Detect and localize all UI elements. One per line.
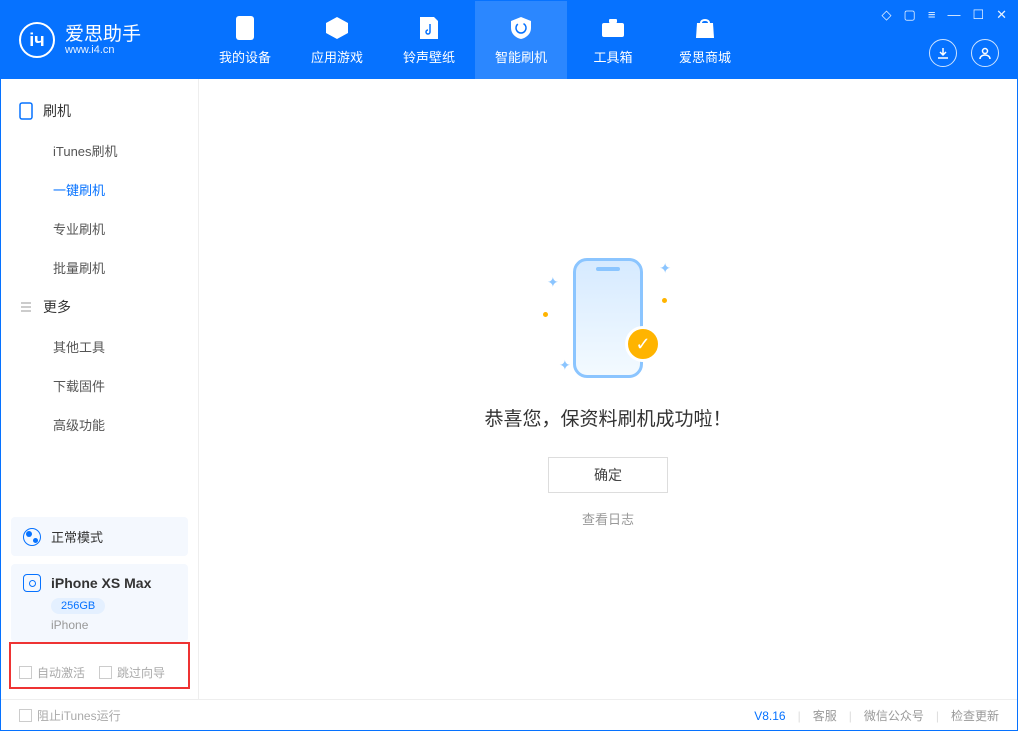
dot-icon	[543, 312, 548, 317]
group-title: 更多	[43, 297, 71, 317]
tab-toolbox[interactable]: 工具箱	[567, 1, 659, 79]
version-label: V8.16	[754, 709, 785, 723]
tab-label: 我的设备	[219, 47, 271, 66]
sidebar-bottom: 正常模式 iPhone XS Max 256GB iPhone 自动激活 跳过向…	[1, 507, 198, 699]
mode-label: 正常模式	[51, 527, 103, 546]
feedback-icon[interactable]: ▢	[904, 7, 916, 23]
sidebar-item-other-tools[interactable]: 其他工具	[1, 327, 198, 366]
phone-icon	[232, 15, 258, 41]
separator: |	[849, 709, 852, 723]
maximize-icon[interactable]: ☐	[972, 7, 984, 23]
check-update-link[interactable]: 检查更新	[951, 707, 999, 724]
checkbox-block-itunes[interactable]: 阻止iTunes运行	[19, 707, 121, 724]
tab-store[interactable]: 爱思商城	[659, 1, 751, 79]
separator: |	[936, 709, 939, 723]
checkbox-box	[99, 666, 112, 679]
footer-left: 阻止iTunes运行	[19, 707, 754, 724]
tab-apps[interactable]: 应用游戏	[291, 1, 383, 79]
header-right-buttons	[929, 39, 999, 67]
sidebar: 刷机 iTunes刷机 一键刷机 专业刷机 批量刷机 更多 其他工具 下载固件 …	[1, 79, 199, 699]
mode-icon	[23, 528, 41, 546]
dot-icon	[662, 298, 667, 303]
main-content: ✦ ✦ ✦ ✓ 恭喜您，保资料刷机成功啦！ 确定 查看日志	[199, 79, 1017, 699]
logo-icon: iч	[19, 22, 55, 58]
toolbox-icon	[600, 15, 626, 41]
success-illustration: ✦ ✦ ✦ ✓	[543, 250, 673, 380]
device-storage: 256GB	[51, 598, 105, 614]
mode-card[interactable]: 正常模式	[11, 517, 188, 556]
tab-label: 应用游戏	[311, 47, 363, 66]
phone-outline-icon	[19, 102, 33, 120]
footer-bar: 阻止iTunes运行 V8.16 | 客服 | 微信公众号 | 检查更新	[1, 699, 1017, 731]
separator: |	[798, 709, 801, 723]
tab-label: 智能刷机	[495, 47, 547, 66]
footer-right: V8.16 | 客服 | 微信公众号 | 检查更新	[754, 707, 999, 724]
checkbox-box	[19, 709, 32, 722]
minimize-icon[interactable]: —	[947, 7, 960, 23]
phone-illustration	[573, 258, 643, 378]
tab-label: 铃声壁纸	[403, 47, 455, 66]
sparkle-icon: ✦	[547, 274, 559, 291]
user-button[interactable]	[971, 39, 999, 67]
tab-ringtone[interactable]: 铃声壁纸	[383, 1, 475, 79]
app-title: 爱思助手	[65, 25, 141, 44]
tab-my-device[interactable]: 我的设备	[199, 1, 291, 79]
shield-refresh-icon	[508, 15, 534, 41]
titlebar-controls: ◇ ▢ ≡ — ☐ ✕	[882, 7, 1007, 23]
sidebar-item-oneclick-flash[interactable]: 一键刷机	[1, 170, 198, 209]
cube-icon	[324, 15, 350, 41]
sparkle-icon: ✦	[559, 357, 571, 374]
view-log-link[interactable]: 查看日志	[582, 509, 634, 528]
sidebar-item-batch-flash[interactable]: 批量刷机	[1, 248, 198, 287]
body-area: 刷机 iTunes刷机 一键刷机 专业刷机 批量刷机 更多 其他工具 下载固件 …	[1, 79, 1017, 699]
tab-flash[interactable]: 智能刷机	[475, 1, 567, 79]
checkbox-box	[19, 666, 32, 679]
checkbox-skip-guide[interactable]: 跳过向导	[99, 664, 165, 681]
sidebar-group-flash: 刷机	[1, 91, 198, 131]
group-title: 刷机	[43, 101, 71, 121]
checkbox-label: 阻止iTunes运行	[37, 707, 121, 724]
sidebar-item-download-firmware[interactable]: 下载固件	[1, 366, 198, 405]
sidebar-item-itunes-flash[interactable]: iTunes刷机	[1, 131, 198, 170]
tab-label: 爱思商城	[679, 47, 731, 66]
device-icon	[23, 574, 41, 592]
device-type: iPhone	[51, 618, 176, 632]
checkbox-label: 自动激活	[37, 664, 85, 681]
logo-text: 爱思助手 www.i4.cn	[65, 25, 141, 56]
header-bar: iч 爱思助手 www.i4.cn 我的设备 应用游戏 铃声壁纸 智能刷机 工具…	[1, 1, 1017, 79]
sparkle-icon: ✦	[659, 260, 671, 277]
sidebar-item-pro-flash[interactable]: 专业刷机	[1, 209, 198, 248]
support-link[interactable]: 客服	[813, 707, 837, 724]
download-button[interactable]	[929, 39, 957, 67]
close-icon[interactable]: ✕	[996, 7, 1007, 23]
device-card[interactable]: iPhone XS Max 256GB iPhone	[11, 564, 188, 642]
tab-label: 工具箱	[593, 47, 632, 66]
list-icon	[19, 300, 33, 314]
bag-icon	[692, 15, 718, 41]
device-name: iPhone XS Max	[51, 575, 151, 591]
menu-icon[interactable]: ≡	[928, 7, 936, 23]
wechat-link[interactable]: 微信公众号	[864, 707, 924, 724]
ok-button[interactable]: 确定	[548, 457, 668, 493]
checkbox-auto-activate[interactable]: 自动激活	[19, 664, 85, 681]
checkbox-label: 跳过向导	[117, 664, 165, 681]
tshirt-icon[interactable]: ◇	[882, 7, 892, 23]
music-file-icon	[416, 15, 442, 41]
sidebar-group-more: 更多	[1, 287, 198, 327]
checkmark-badge-icon: ✓	[625, 326, 661, 362]
checkbox-row-highlight: 自动激活 跳过向导	[9, 642, 190, 689]
sidebar-item-advanced[interactable]: 高级功能	[1, 405, 198, 444]
sidebar-nav: 刷机 iTunes刷机 一键刷机 专业刷机 批量刷机 更多 其他工具 下载固件 …	[1, 79, 198, 507]
app-subtitle: www.i4.cn	[65, 44, 141, 56]
success-message: 恭喜您，保资料刷机成功啦！	[484, 404, 731, 431]
logo-area: iч 爱思助手 www.i4.cn	[1, 22, 199, 58]
